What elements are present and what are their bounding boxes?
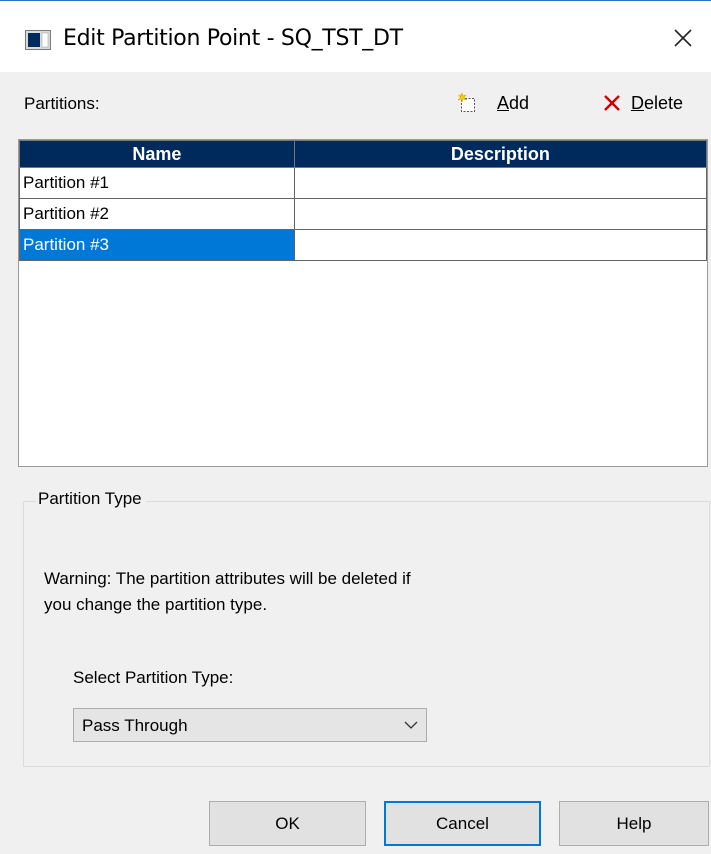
table-row[interactable]: Partition #1 [19,167,708,199]
app-window-icon [25,30,51,50]
chevron-down-icon [404,721,418,729]
help-button[interactable]: Help [559,801,709,846]
partition-description-cell[interactable] [293,167,708,199]
ok-button[interactable]: OK [209,801,366,846]
delete-label: Delete [631,92,684,113]
delete-partition-button[interactable]: Delete [602,90,683,116]
title-bar: Edit Partition Point - SQ_TST_DT [0,0,711,72]
warning-line-2: you change the partition type. [44,595,268,614]
column-header-description[interactable]: Description [293,140,708,168]
partition-name-cell[interactable]: Partition #1 [19,167,295,199]
partitions-label: Partitions: [24,94,100,113]
partition-description-cell[interactable] [293,229,708,261]
close-button[interactable] [662,19,704,57]
window-title: Edit Partition Point - SQ_TST_DT [63,26,403,51]
partition-type-dropdown[interactable]: Pass Through [73,708,427,742]
add-new-icon [457,92,475,112]
partition-type-legend: Partition Type [36,489,146,509]
partition-name-cell[interactable]: Partition #3 [19,229,295,261]
partitions-table: Name Description Partition #1 Partition … [19,140,708,261]
warning-text: Warning: The partition attributes will b… [44,566,544,618]
add-partition-button[interactable]: Add [457,90,529,116]
table-row[interactable]: Partition #2 [19,198,708,230]
select-partition-type-label: Select Partition Type: [73,668,234,687]
close-icon [674,29,692,47]
warning-line-1: Warning: The partition attributes will b… [44,569,411,588]
delete-x-icon [604,95,620,111]
column-header-name[interactable]: Name [19,140,295,168]
partition-type-value: Pass Through [82,716,188,735]
partition-description-cell[interactable] [293,198,708,230]
partition-name-cell[interactable]: Partition #2 [19,198,295,230]
partitions-grid[interactable]: Name Description Partition #1 Partition … [18,139,708,467]
table-row-selected[interactable]: Partition #3 [19,229,708,261]
add-label: Add [497,92,530,113]
cancel-button[interactable]: Cancel [384,801,541,846]
table-header-row: Name Description [19,140,708,168]
